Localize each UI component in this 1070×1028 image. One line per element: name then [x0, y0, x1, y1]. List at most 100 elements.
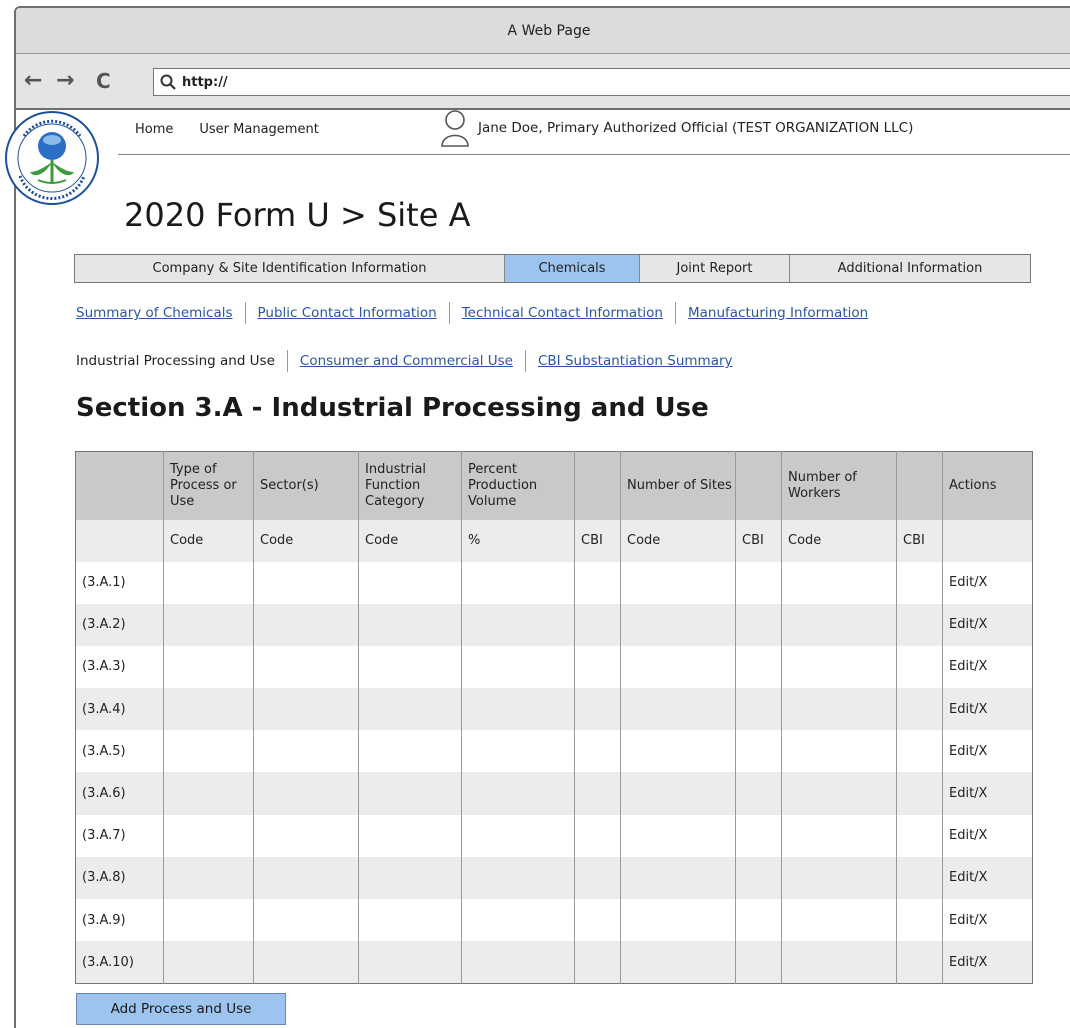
table-cell [781, 645, 897, 689]
table-cell [781, 688, 897, 731]
table-cell [620, 899, 736, 942]
forward-arrow-icon[interactable]: → [56, 68, 74, 94]
edit-delete-action[interactable]: Edit/X [942, 772, 1033, 815]
tab-chemicals[interactable]: Chemicals [505, 255, 640, 282]
tab-additional-information[interactable]: Additional Information [790, 255, 1030, 282]
column-subheader [942, 519, 1033, 562]
table-cell [461, 688, 575, 731]
table-row: (3.A.9) Edit/X [75, 899, 1033, 942]
table-cell [896, 941, 943, 984]
window-title: A Web Page [507, 22, 591, 39]
tab-joint-report[interactable]: Joint Report [640, 255, 790, 282]
user-management-link[interactable]: User Management [199, 122, 318, 137]
edit-delete-action[interactable]: Edit/X [942, 645, 1033, 689]
table-body: (3.A.1) Edit/X (3.A.2) Edit/X (3.A.3) Edit/X(… [75, 561, 1033, 984]
edit-delete-action[interactable]: Edit/X [942, 899, 1033, 942]
table-cell [896, 561, 943, 604]
table-cell [620, 561, 736, 604]
table-cell [163, 688, 254, 731]
link-cbi-substantiation-summary[interactable]: CBI Substantiation Summary [538, 353, 733, 369]
table-cell [620, 772, 736, 815]
link-consumer-and-commercial-use[interactable]: Consumer and Commercial Use [300, 353, 513, 369]
epa-seal-logo [5, 111, 99, 205]
table-cell [574, 941, 621, 984]
edit-delete-action[interactable]: Edit/X [942, 856, 1033, 899]
edit-delete-action[interactable]: Edit/X [942, 688, 1033, 731]
back-arrow-icon[interactable]: ← [24, 68, 42, 94]
table-cell [253, 856, 359, 899]
table-cell [620, 730, 736, 773]
table-row: (3.A.7) Edit/X [75, 814, 1033, 857]
column-subheader: Code [253, 519, 359, 562]
table-cell [735, 561, 782, 604]
column-subheader: Code [163, 519, 254, 562]
address-bar[interactable]: http:// [153, 68, 1070, 96]
table-row: (3.A.5) Edit/X [75, 730, 1033, 773]
add-process-and-use-button[interactable]: Add Process and Use [76, 993, 286, 1025]
link-technical-contact-information[interactable]: Technical Contact Information [462, 305, 663, 321]
current-section-label: Industrial Processing and Use [76, 353, 275, 369]
column-header-actions: Actions [942, 451, 1033, 520]
url-text: http:// [182, 74, 228, 90]
link-public-contact-information[interactable]: Public Contact Information [258, 305, 437, 321]
column-header-sectors: Sector(s) [253, 451, 359, 520]
home-link[interactable]: Home [135, 122, 173, 137]
link-manufacturing-information[interactable]: Manufacturing Information [688, 305, 868, 321]
table-cell [620, 814, 736, 857]
table-cell [896, 645, 943, 689]
edit-delete-action[interactable]: Edit/X [942, 941, 1033, 984]
column-subheader: CBI [896, 519, 943, 562]
edit-delete-action[interactable]: Edit/X [942, 603, 1033, 646]
column-header-number-of-workers: Number of Workers [781, 451, 897, 520]
table-cell [461, 899, 575, 942]
table-cell [253, 814, 359, 857]
edit-delete-action[interactable]: Edit/X [942, 730, 1033, 773]
search-icon [160, 74, 176, 90]
table-cell [781, 561, 897, 604]
table-cell [253, 899, 359, 942]
table-cell [461, 856, 575, 899]
link-summary-of-chemicals[interactable]: Summary of Chemicals [76, 305, 233, 321]
table-cell [735, 772, 782, 815]
window-titlebar: A Web Page [16, 8, 1070, 54]
table-cell [735, 941, 782, 984]
table-cell [735, 856, 782, 899]
table-cell [574, 814, 621, 857]
table-row: (3.A.10) Edit/X [75, 941, 1033, 984]
table-cell [461, 814, 575, 857]
table-cell [358, 856, 462, 899]
column-header-industrial-function: Industrial Function Category [358, 451, 462, 520]
browser-toolbar: ← → C http:// [16, 54, 1070, 110]
table-cell [896, 603, 943, 646]
table-cell [163, 603, 254, 646]
table-cell [896, 899, 943, 942]
table-cell [781, 730, 897, 773]
table-cell [781, 856, 897, 899]
tab-company-site-identification[interactable]: Company & Site Identification Informatio… [75, 255, 505, 282]
table-cell [896, 688, 943, 731]
table-cell [358, 772, 462, 815]
separator [674, 302, 676, 324]
table-cell [735, 645, 782, 689]
edit-delete-action[interactable]: Edit/X [942, 814, 1033, 857]
row-id: (3.A.6) [75, 772, 164, 815]
table-cell [358, 603, 462, 646]
process-use-table: Type of Process or Use Sector(s) Industr… [75, 451, 1033, 984]
table-row: (3.A.4) Edit/X [75, 688, 1033, 731]
table-cell [253, 730, 359, 773]
user-name: Jane Doe, Primary Authorized Official (T… [478, 120, 914, 136]
column-header [574, 451, 621, 520]
separator [524, 350, 526, 372]
page-title: 2020 Form U > Site A [124, 196, 471, 234]
table-cell [461, 730, 575, 773]
table-cell [461, 603, 575, 646]
table-cell [461, 941, 575, 984]
separator [448, 302, 450, 324]
separator [244, 302, 246, 324]
column-header-type-of-process: Type of Process or Use [163, 451, 254, 520]
refresh-icon[interactable]: C [96, 68, 111, 94]
table-cell [781, 941, 897, 984]
table-row: (3.A.8) Edit/X [75, 856, 1033, 899]
table-cell [461, 561, 575, 604]
edit-delete-action[interactable]: Edit/X [942, 561, 1033, 604]
